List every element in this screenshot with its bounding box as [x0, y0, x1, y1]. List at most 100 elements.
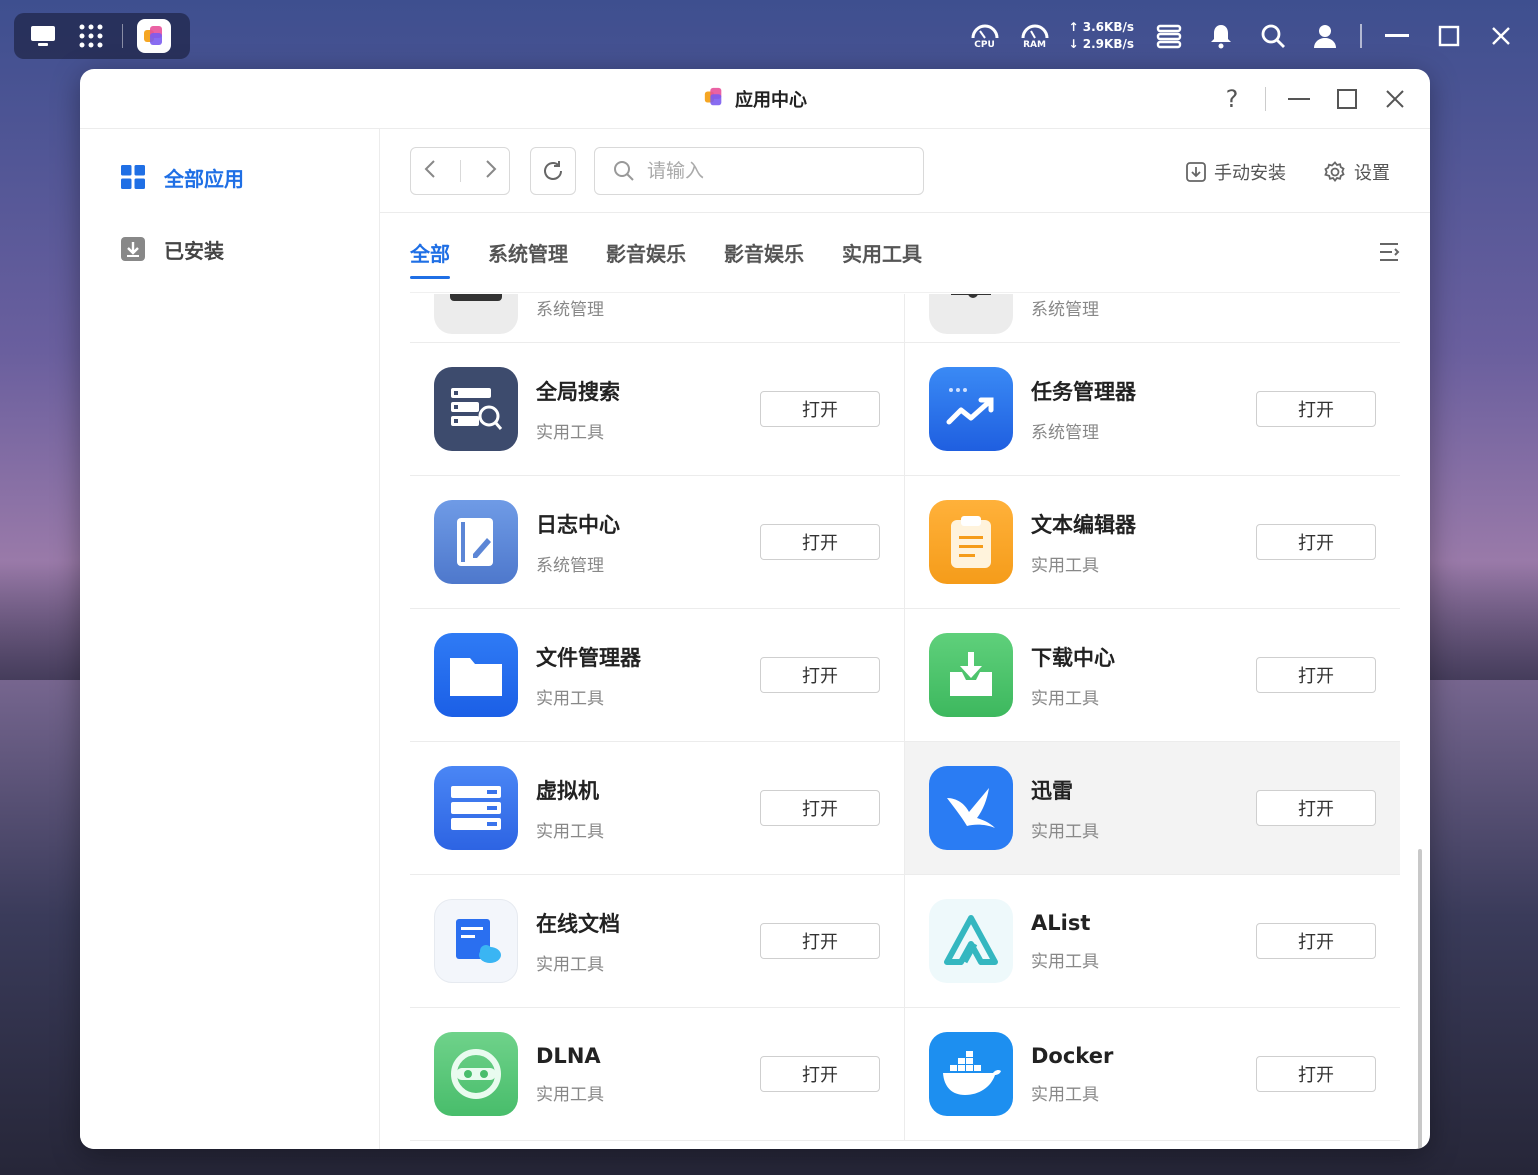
bell-icon[interactable] [1204, 19, 1238, 53]
app-card[interactable]: 文件管理器 实用工具 打开 [410, 609, 905, 741]
app-card[interactable]: 虚拟机 实用工具 打开 [410, 742, 905, 874]
app-name: Docker [1031, 1043, 1114, 1068]
app-row: 全局搜索 实用工具 打开 任务管理器 系统管理 打开 [410, 343, 1400, 476]
app-card[interactable]: AList 实用工具 打开 [905, 875, 1400, 1007]
xunlei-icon [929, 766, 1013, 850]
task-manager-icon [929, 367, 1013, 451]
app-row: 日志中心 系统管理 打开 文本编辑器 实用工具 打开 [410, 476, 1400, 609]
app-category: 系统管理 [1031, 299, 1099, 320]
nav-button-group [410, 147, 510, 195]
user-icon[interactable] [1308, 19, 1342, 53]
app-name: 在线文档 [536, 911, 620, 936]
close-icon[interactable] [1484, 19, 1518, 53]
virtual-machine-icon [434, 766, 518, 850]
open-button[interactable]: 打开 [1256, 790, 1376, 826]
open-button[interactable]: 打开 [1256, 391, 1376, 427]
app-card[interactable]: 文本编辑器 实用工具 打开 [905, 476, 1400, 608]
open-button[interactable]: 打开 [760, 923, 880, 959]
log-center-icon [434, 500, 518, 584]
taskbar: CPU RAM ↑ 3.6KB/s ↓ 2.9KB/s [0, 0, 1538, 70]
open-button[interactable]: 打开 [760, 391, 880, 427]
open-button[interactable]: 打开 [1256, 1056, 1376, 1092]
app-card[interactable]: 下载中心 实用工具 打开 [905, 609, 1400, 741]
storage-icon[interactable] [1152, 19, 1186, 53]
sidebar-item-all-apps[interactable]: 全部应用 [80, 141, 379, 213]
refresh-button[interactable] [530, 147, 576, 195]
app-card[interactable]: 全局搜索 实用工具 打开 [410, 343, 905, 475]
open-button[interactable]: 打开 [1256, 657, 1376, 693]
app-card[interactable]: Docker 实用工具 打开 [905, 1008, 1400, 1140]
app-name: 日志中心 [536, 512, 620, 537]
app-center-window: 应用中心 ? 全部应用 已安装 请输入 手动安装 设置 全部 系统管理 影音娱乐… [80, 69, 1430, 1149]
app-card[interactable]: 迅雷 实用工具 打开 [905, 742, 1400, 874]
open-button[interactable]: 打开 [760, 1056, 880, 1092]
app-name: 文本编辑器 [1031, 512, 1136, 537]
manual-install-button[interactable]: 手动安装 [1186, 159, 1286, 185]
app-center-taskbar-icon[interactable] [137, 19, 171, 53]
app-card[interactable]: 系统管理 [905, 294, 1400, 342]
ram-gauge[interactable]: RAM [1019, 22, 1051, 50]
app-row: 在线文档 实用工具 打开 AList 实用工具 打开 [410, 875, 1400, 1008]
open-button[interactable]: 打开 [760, 790, 880, 826]
global-search-icon [434, 367, 518, 451]
forward-chevron-icon[interactable] [484, 159, 498, 183]
settings-button[interactable]: 设置 [1324, 159, 1390, 185]
tab-media-entertainment[interactable]: 影音娱乐 [606, 213, 686, 293]
app-category: 实用工具 [1031, 1084, 1099, 1105]
sidebar-item-label: 已安装 [164, 238, 224, 263]
open-button[interactable]: 打开 [1256, 923, 1376, 959]
search-input[interactable] [647, 160, 907, 182]
installed-download-icon [121, 237, 145, 261]
file-manager-icon [434, 633, 518, 717]
app-launcher-icon[interactable] [74, 19, 108, 53]
online-docs-icon [434, 899, 518, 983]
search-icon [614, 161, 634, 181]
window-maximize-icon[interactable] [1332, 84, 1362, 114]
window-minimize-icon[interactable] [1284, 84, 1314, 114]
dlna-icon [434, 1032, 518, 1116]
sidebar-item-label: 全部应用 [164, 166, 244, 191]
app-row: DLNA 实用工具 打开 Docker 实用工具 打开 [410, 1008, 1400, 1141]
search-icon[interactable] [1256, 19, 1290, 53]
tab-system-management[interactable]: 系统管理 [488, 213, 568, 293]
maximize-icon[interactable] [1432, 19, 1466, 53]
minimize-all-icon[interactable] [1380, 19, 1414, 53]
app-category: 实用工具 [536, 821, 604, 842]
open-button[interactable]: 打开 [760, 657, 880, 693]
back-chevron-icon[interactable] [423, 159, 437, 183]
cpu-gauge[interactable]: CPU [969, 22, 1001, 50]
open-button[interactable]: 打开 [760, 524, 880, 560]
taskbar-left-group [14, 13, 190, 59]
taskbar-separator [1360, 24, 1362, 48]
alist-icon [929, 899, 1013, 983]
text-editor-icon [929, 500, 1013, 584]
app-category: 实用工具 [1031, 555, 1099, 576]
window-close-icon[interactable] [1380, 84, 1410, 114]
app-card[interactable]: 在线文档 实用工具 打开 [410, 875, 905, 1007]
open-button[interactable]: 打开 [1256, 524, 1376, 560]
app-center-logo-icon [703, 86, 725, 112]
app-name: 文件管理器 [536, 645, 641, 670]
app-card[interactable]: 日志中心 系统管理 打开 [410, 476, 905, 608]
settings-label: 设置 [1354, 163, 1390, 184]
scrollbar[interactable] [1418, 849, 1422, 1149]
sidebar-item-installed[interactable]: 已安装 [80, 213, 379, 285]
tab-utilities[interactable]: 实用工具 [842, 213, 922, 293]
tab-list-menu-icon[interactable] [1378, 241, 1400, 267]
install-icon [1186, 162, 1206, 182]
sidebar: 全部应用 已安装 [80, 129, 380, 1149]
app-name: 任务管理器 [1031, 379, 1136, 404]
app-card[interactable]: 系统管理 [410, 294, 905, 342]
show-desktop-icon[interactable] [26, 19, 60, 53]
nav-separator [459, 160, 461, 182]
tab-all[interactable]: 全部 [410, 213, 450, 293]
app-card[interactable]: DLNA 实用工具 打开 [410, 1008, 905, 1140]
tab-media-entertainment-2[interactable]: 影音娱乐 [724, 213, 804, 293]
window-titlebar[interactable]: 应用中心 ? [80, 69, 1430, 129]
app-card[interactable]: 任务管理器 系统管理 打开 [905, 343, 1400, 475]
help-icon[interactable]: ? [1217, 84, 1247, 114]
app-row: 系统管理 系统管理 [410, 294, 1400, 343]
cpu-gauge-icon [971, 24, 999, 39]
refresh-icon [544, 161, 562, 180]
docker-icon [929, 1032, 1013, 1116]
